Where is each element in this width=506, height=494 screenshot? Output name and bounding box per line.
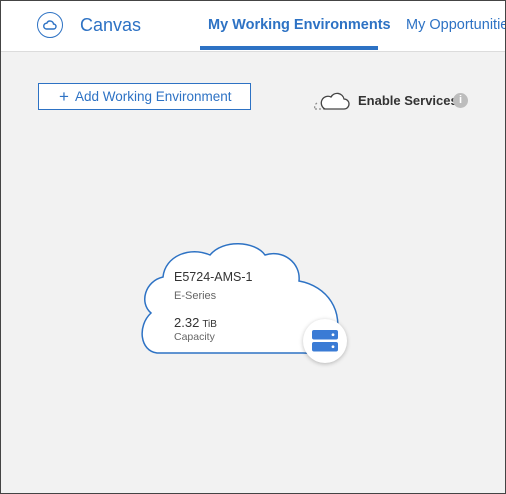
enable-services-label: Enable Services — [358, 93, 458, 108]
add-working-environment-button[interactable]: + Add Working Environment — [38, 83, 251, 110]
tab-my-working-environments[interactable]: My Working Environments — [208, 17, 391, 33]
capacity-value: 2.32 — [174, 315, 200, 330]
working-environment-card[interactable]: E5724-AMS-1 E-Series 2.32 TiB Capacity — [135, 241, 355, 371]
environment-type: E-Series — [174, 290, 217, 302]
add-working-environment-label: Add Working Environment — [74, 89, 232, 104]
plus-icon: + — [59, 87, 69, 106]
storage-server-icon — [312, 330, 338, 352]
cloud-services-icon — [314, 92, 350, 110]
capacity-label: Capacity — [174, 331, 215, 343]
environment-name: E5724-AMS-1 — [174, 270, 253, 284]
active-tab-indicator — [200, 46, 378, 50]
cloud-icon[interactable] — [37, 12, 63, 38]
storage-badge — [303, 319, 347, 363]
tab-my-opportunities[interactable]: My Opportunities — [406, 17, 505, 33]
app-title[interactable]: Canvas — [80, 15, 141, 36]
app-frame: Canvas My Working Environments My Opport… — [0, 0, 506, 494]
environment-capacity: 2.32 TiB — [174, 315, 217, 330]
capacity-unit: TiB — [202, 319, 217, 330]
info-icon[interactable]: i — [453, 93, 468, 108]
top-navigation-bar: Canvas My Working Environments My Opport… — [1, 1, 505, 52]
enable-services-link[interactable]: Enable Services i — [311, 89, 471, 113]
